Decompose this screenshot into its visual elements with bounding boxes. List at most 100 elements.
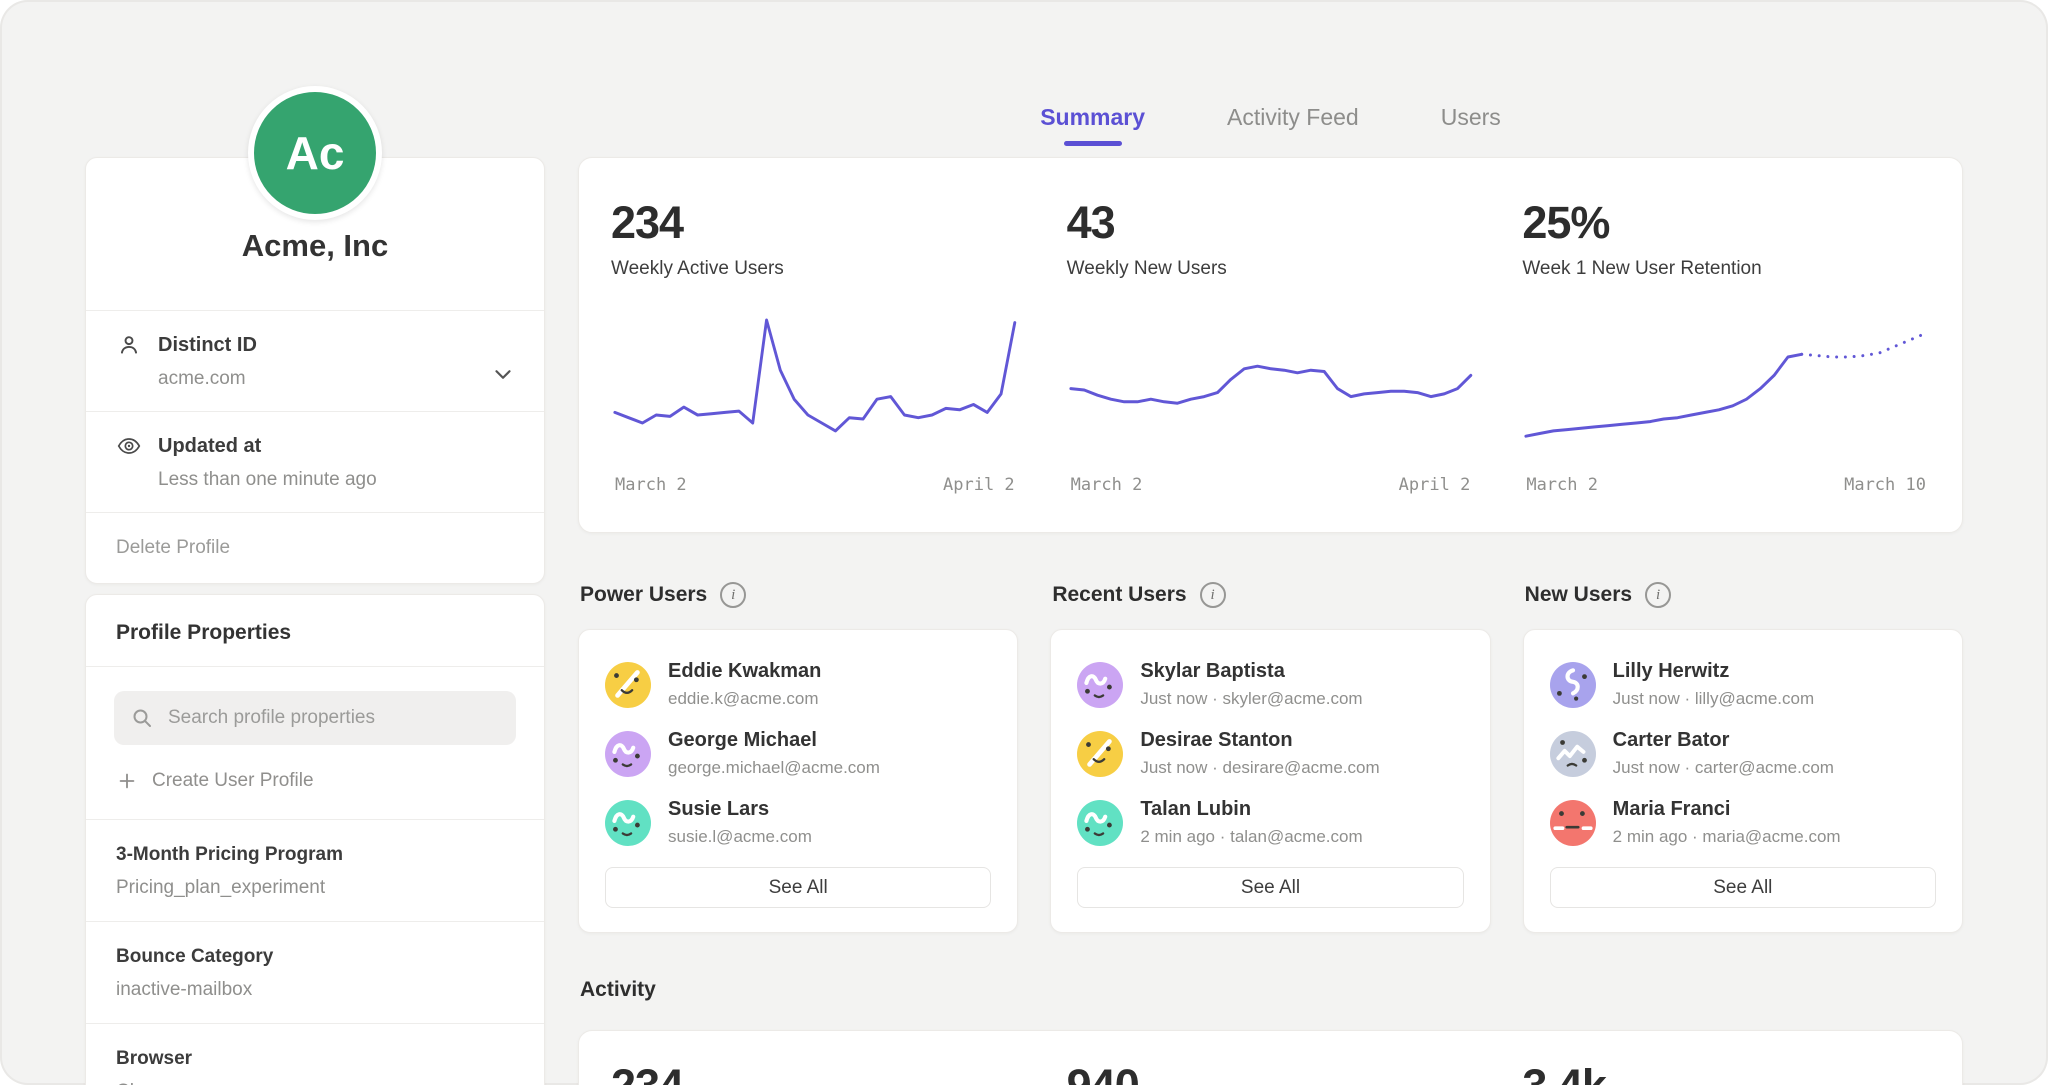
main-content: Summary Activity Feed Users 234 Weekly Acti… xyxy=(578,0,1963,1085)
user-list-card: Eddie Kwakmaneddie.k@acme.com George Mich… xyxy=(578,629,1018,933)
user-detail: Just now · lilly@acme.com xyxy=(1613,689,1814,709)
user-list-card: Lilly Herwitz Just now · lilly@acme.com Ca… xyxy=(1523,629,1963,933)
user-name: Talan Lubin xyxy=(1140,798,1362,821)
user-detail: Just now · skyler@acme.com xyxy=(1140,689,1362,709)
user-list-item[interactable]: Maria Franci 2 min ago · maria@acme.com xyxy=(1550,798,1936,847)
field-label: Updated at xyxy=(158,435,261,458)
eye-icon xyxy=(116,433,142,459)
search-input[interactable] xyxy=(166,706,500,730)
user-avatar xyxy=(605,662,651,708)
plus-icon xyxy=(116,770,138,792)
see-all-button[interactable]: See All xyxy=(1077,867,1463,908)
sidebar: Ac Acme, Inc Distinct IDacme.comUpdated … xyxy=(85,0,545,1085)
user-detail: Just now · desirare@acme.com xyxy=(1140,758,1379,778)
user-list-item[interactable]: Carter Bator Just now · carter@acme.com xyxy=(1550,729,1936,778)
person-icon xyxy=(116,332,142,358)
user-detail: 2 min ago · maria@acme.com xyxy=(1613,827,1841,847)
x-tick: March 10 xyxy=(1844,475,1926,495)
stat-weekly-new-users: 43Weekly New UsersMarch 2April 2 xyxy=(1067,200,1475,532)
x-tick: April 2 xyxy=(943,475,1015,495)
weekly-active-users-chart xyxy=(611,312,1019,462)
week-1-new-user-retention-chart xyxy=(1522,312,1930,462)
info-icon[interactable]: i xyxy=(720,582,746,608)
user-detail: Just now · carter@acme.com xyxy=(1613,758,1834,778)
tab-summary[interactable]: Summary xyxy=(1040,104,1145,146)
weekly-new-users-chart xyxy=(1067,312,1475,462)
user-list-item[interactable]: Lilly Herwitz Just now · lilly@acme.com xyxy=(1550,660,1936,709)
user-list-item[interactable]: Desirae Stanton Just now · desirare@acme.… xyxy=(1077,729,1463,778)
stat-label: Weekly Active Users xyxy=(611,258,1019,280)
user-text: Eddie Kwakmaneddie.k@acme.com xyxy=(668,660,821,709)
company-name: Acme, Inc xyxy=(106,228,524,264)
stat-week-1-new-user-retention: 25%Week 1 New User RetentionMarch 2March… xyxy=(1522,200,1930,532)
user-avatar xyxy=(1550,662,1596,708)
profile-field-updated-at: Updated atLess than one minute ago xyxy=(86,411,544,512)
see-all-button[interactable]: See All xyxy=(605,867,991,908)
stat-number: 234 xyxy=(611,200,1019,245)
field-label: Distinct ID xyxy=(158,334,257,357)
user-sections: Power Users i Eddie Kwakmaneddie.k@acme.co… xyxy=(578,580,1963,933)
user-list-item[interactable]: Susie Larssusie.l@acme.com xyxy=(605,798,991,847)
activity-title: Activity xyxy=(580,978,656,1002)
user-avatar xyxy=(1077,731,1123,777)
user-name: George Michael xyxy=(668,729,880,752)
property-row-browser[interactable]: Browser Chrome xyxy=(86,1023,544,1085)
property-row-3-month-pricing-program[interactable]: 3-Month Pricing Program Pricing_plan_expe… xyxy=(86,819,544,921)
profile-properties-title: Profile Properties xyxy=(86,595,544,667)
property-value: Chrome xyxy=(116,1081,514,1085)
search-icon xyxy=(130,706,154,730)
activity-stat: 940 xyxy=(1067,1063,1475,1085)
user-avatar xyxy=(605,800,651,846)
section-header: Power Users i xyxy=(580,580,1018,610)
section-title: New Users xyxy=(1525,583,1632,607)
property-name: 3-Month Pricing Program xyxy=(116,844,514,866)
stat-label: Weekly New Users xyxy=(1067,258,1475,280)
create-user-profile-button[interactable]: Create User Profile xyxy=(116,770,514,792)
user-text: Susie Larssusie.l@acme.com xyxy=(668,798,812,847)
property-row-bounce-category[interactable]: Bounce Categoryinactive-mailbox xyxy=(86,921,544,1023)
x-tick: April 2 xyxy=(1399,475,1471,495)
user-list-item[interactable]: Skylar Baptista Just now · skyler@acme.co… xyxy=(1077,660,1463,709)
stat-label: Week 1 New User Retention xyxy=(1522,258,1930,280)
activity-stat: 234 xyxy=(611,1063,1019,1085)
user-name: Carter Bator xyxy=(1613,729,1834,752)
user-text: George Michaelgeorge.michael@acme.com xyxy=(668,729,880,778)
section-header: New Users i xyxy=(1525,580,1963,610)
user-text: Lilly Herwitz Just now · lilly@acme.com xyxy=(1613,660,1814,709)
stat-weekly-active-users: 234 Weekly Active Users March 2 April 2 xyxy=(611,200,1019,532)
user-name: Lilly Herwitz xyxy=(1613,660,1814,683)
section-recent-users: Recent Usersi Skylar Baptista Just now · s… xyxy=(1050,580,1490,933)
see-all-button[interactable]: See All xyxy=(1550,867,1936,908)
x-tick: March 2 xyxy=(615,475,687,495)
user-avatar xyxy=(605,731,651,777)
section-power-users: Power Users i Eddie Kwakmaneddie.k@acme.co… xyxy=(578,580,1018,933)
user-name: Skylar Baptista xyxy=(1140,660,1362,683)
info-icon[interactable]: i xyxy=(1200,582,1226,608)
tab-activity-feed[interactable]: Activity Feed xyxy=(1227,104,1359,146)
user-text: Maria Franci 2 min ago · maria@acme.com xyxy=(1613,798,1841,847)
section-header: Recent Usersi xyxy=(1052,580,1490,610)
property-name: Browser xyxy=(116,1048,514,1070)
stat-number: 43 xyxy=(1067,200,1475,245)
x-axis-ticks: March 2March 10 xyxy=(1522,475,1930,495)
user-name: Maria Franci xyxy=(1613,798,1841,821)
user-list-item[interactable]: Talan Lubin2 min ago · talan@acme.com xyxy=(1077,798,1463,847)
user-avatar xyxy=(1077,662,1123,708)
property-value: Pricing_plan_experiment xyxy=(116,877,514,899)
user-text: Skylar Baptista Just now · skyler@acme.co… xyxy=(1140,660,1362,709)
info-icon[interactable]: i xyxy=(1645,582,1671,608)
profile-properties-search[interactable] xyxy=(114,691,516,745)
user-detail: susie.l@acme.com xyxy=(668,827,812,847)
delete-profile-button[interactable]: Delete Profile xyxy=(86,512,544,583)
chevron-down-icon[interactable] xyxy=(490,361,516,387)
property-name: Bounce Category xyxy=(116,946,514,968)
create-user-profile-label: Create User Profile xyxy=(152,770,314,792)
user-name: Desirae Stanton xyxy=(1140,729,1379,752)
stat-number: 940 xyxy=(1067,1063,1475,1085)
tab-users[interactable]: Users xyxy=(1441,104,1501,146)
user-avatar xyxy=(1077,800,1123,846)
user-list-item[interactable]: Eddie Kwakmaneddie.k@acme.com xyxy=(605,660,991,709)
section-title: Power Users xyxy=(580,583,707,607)
user-detail: eddie.k@acme.com xyxy=(668,689,821,709)
user-list-item[interactable]: George Michaelgeorge.michael@acme.com xyxy=(605,729,991,778)
